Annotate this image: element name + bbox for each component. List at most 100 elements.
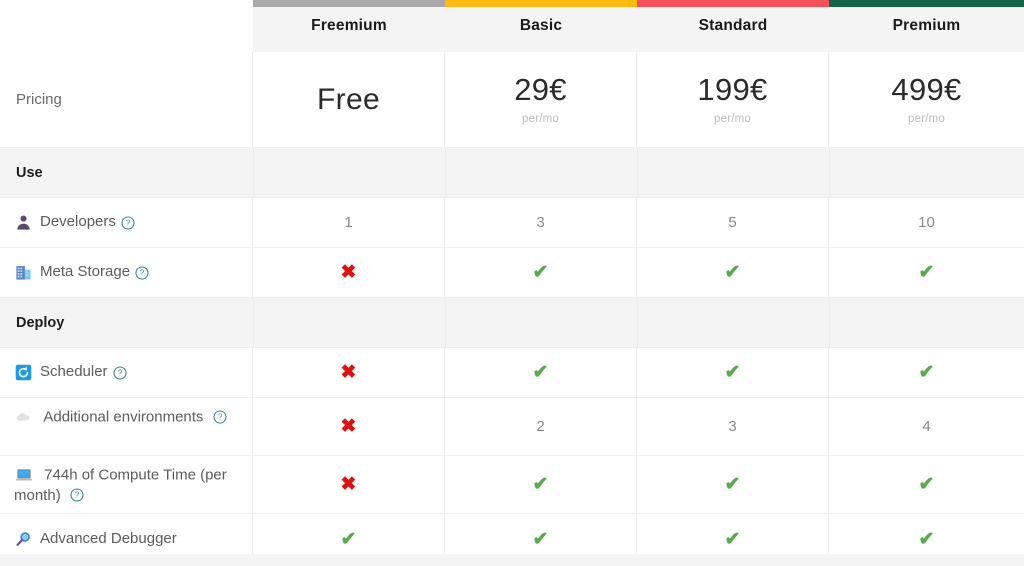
feature-value-meta-storage-premium: ✔ bbox=[829, 248, 1024, 298]
feature-name-advanced-debugger: Advanced Debugger bbox=[40, 530, 177, 548]
feature-value-developers-basic: 3 bbox=[445, 198, 637, 248]
scheduler-refresh-icon bbox=[14, 363, 33, 382]
feature-value-additional-environments-basic: 2 bbox=[445, 398, 637, 456]
svg-text:?: ? bbox=[126, 218, 131, 227]
cross-icon: ✖ bbox=[340, 474, 357, 495]
feature-name-developers: Developers bbox=[40, 213, 116, 231]
price-unit-standard: per/mo bbox=[714, 113, 751, 126]
check-icon: ✔ bbox=[918, 362, 935, 383]
price-amount-premium: 499€ bbox=[891, 71, 962, 107]
feature-value-compute-time-standard: ✔ bbox=[637, 456, 829, 514]
help-icon-additional-environments[interactable]: ? bbox=[213, 409, 227, 424]
cross-icon: ✖ bbox=[340, 416, 357, 437]
plan-name-premium: Premium bbox=[892, 17, 961, 34]
help-icon-developers[interactable]: ? bbox=[121, 215, 135, 230]
feature-value-developers-premium: 10 bbox=[829, 198, 1024, 248]
cross-icon: ✖ bbox=[340, 262, 357, 283]
feature-value-meta-storage-standard: ✔ bbox=[637, 248, 829, 298]
feature-row-developers: Developers ? 1 3 5 10 bbox=[0, 198, 1024, 248]
feature-name-meta-storage: Meta Storage bbox=[40, 263, 131, 281]
plan-header-premium[interactable]: Premium bbox=[829, 0, 1024, 52]
plan-name-standard: Standard bbox=[698, 17, 768, 34]
check-icon: ✔ bbox=[532, 529, 549, 550]
feature-label-compute-time: 744h of Compute Time (per month) ? bbox=[0, 456, 253, 514]
price-cell-premium: 499€ per/mo bbox=[829, 52, 1024, 148]
table-bottom-strip bbox=[0, 554, 1024, 566]
feature-value-additional-environments-premium: 4 bbox=[829, 398, 1024, 456]
feature-row-meta-storage: Meta Storage ? ✖ ✔ ✔ ✔ bbox=[0, 248, 1024, 298]
table-header-row: Freemium Basic Standard Premium bbox=[0, 0, 1024, 52]
plan-accent-bar-premium bbox=[829, 0, 1024, 7]
feature-value-compute-time-premium: ✔ bbox=[829, 456, 1024, 514]
check-icon: ✔ bbox=[918, 474, 935, 495]
feature-value-developers-standard: 5 bbox=[637, 198, 829, 248]
check-icon: ✔ bbox=[724, 474, 741, 495]
feature-row-additional-environments: Additional environments ? ✖ 2 3 4 bbox=[0, 398, 1024, 456]
feature-name-additional-environments: Additional environments bbox=[43, 408, 204, 426]
price-unit-premium: per/mo bbox=[908, 113, 945, 126]
price-amount-standard: 199€ bbox=[697, 71, 768, 107]
price-unit-basic: per/mo bbox=[522, 113, 559, 126]
feature-value-compute-time-basic: ✔ bbox=[445, 456, 637, 514]
pricing-comparison-table: Freemium Basic Standard Premium Pricing … bbox=[0, 0, 1024, 566]
feature-value-additional-environments-standard: 3 bbox=[637, 398, 829, 456]
check-icon: ✔ bbox=[532, 362, 549, 383]
feature-name-scheduler: Scheduler bbox=[40, 363, 108, 381]
laptop-icon bbox=[14, 465, 33, 484]
check-icon: ✔ bbox=[724, 262, 741, 283]
check-icon: ✔ bbox=[532, 474, 549, 495]
feature-value-scheduler-standard: ✔ bbox=[637, 348, 829, 398]
price-amount-freemium: Free bbox=[317, 82, 380, 116]
check-icon: ✔ bbox=[724, 362, 741, 383]
help-icon-scheduler[interactable]: ? bbox=[112, 365, 127, 380]
feature-value-meta-storage-basic: ✔ bbox=[445, 248, 637, 298]
feature-label-additional-environments: Additional environments ? bbox=[0, 398, 253, 456]
help-icon-meta-storage[interactable]: ? bbox=[135, 265, 149, 280]
price-cell-standard: 199€ per/mo bbox=[637, 52, 829, 148]
svg-text:?: ? bbox=[140, 268, 145, 277]
plan-header-freemium[interactable]: Freemium bbox=[253, 0, 445, 52]
feature-row-compute-time: 744h of Compute Time (per month) ? ✖ ✔ ✔… bbox=[0, 456, 1024, 514]
section-title-use: Use bbox=[16, 164, 43, 181]
feature-value-scheduler-basic: ✔ bbox=[445, 348, 637, 398]
feature-value-additional-environments-freemium: ✖ bbox=[253, 398, 445, 456]
svg-text:?: ? bbox=[217, 412, 222, 421]
price-cell-freemium: Free bbox=[253, 52, 445, 148]
feature-row-scheduler: Scheduler ? ✖ ✔ ✔ ✔ bbox=[0, 348, 1024, 398]
cross-icon: ✖ bbox=[340, 362, 357, 383]
check-icon: ✔ bbox=[918, 529, 935, 550]
check-icon: ✔ bbox=[724, 529, 741, 550]
feature-value-scheduler-premium: ✔ bbox=[829, 348, 1024, 398]
feature-value-compute-time-freemium: ✖ bbox=[253, 456, 445, 514]
plan-name-basic: Basic bbox=[519, 17, 563, 34]
magnifier-icon bbox=[14, 530, 33, 549]
svg-text:?: ? bbox=[117, 368, 122, 377]
plan-accent-bar-freemium bbox=[253, 0, 445, 7]
feature-label-scheduler: Scheduler ? bbox=[0, 348, 253, 398]
check-icon: ✔ bbox=[918, 262, 935, 283]
section-title-deploy: Deploy bbox=[16, 314, 65, 331]
section-header-deploy: Deploy bbox=[0, 298, 1024, 348]
price-amount-basic: 29€ bbox=[514, 71, 567, 107]
header-empty-corner bbox=[0, 0, 253, 52]
cloud-icon bbox=[14, 407, 33, 426]
help-icon-compute-time[interactable]: ? bbox=[70, 488, 84, 502]
section-header-use: Use bbox=[0, 148, 1024, 198]
plan-name-freemium: Freemium bbox=[311, 17, 387, 34]
check-icon: ✔ bbox=[340, 529, 357, 550]
feature-value-meta-storage-freemium: ✖ bbox=[253, 248, 445, 298]
feature-value-scheduler-freemium: ✖ bbox=[253, 348, 445, 398]
person-icon bbox=[14, 213, 33, 232]
check-icon: ✔ bbox=[532, 262, 549, 283]
feature-name-compute-time: 744h of Compute Time (per month) bbox=[14, 466, 227, 504]
plan-header-standard[interactable]: Standard bbox=[637, 0, 829, 52]
plan-header-basic[interactable]: Basic bbox=[445, 0, 637, 52]
pricing-row: Pricing Free 29€ per/mo 199€ per/mo 499€… bbox=[0, 52, 1024, 148]
feature-label-developers: Developers ? bbox=[0, 198, 253, 248]
feature-label-meta-storage: Meta Storage ? bbox=[0, 248, 253, 298]
pricing-row-label: Pricing bbox=[0, 52, 253, 148]
svg-text:?: ? bbox=[75, 490, 80, 499]
office-building-icon bbox=[14, 263, 33, 282]
plan-accent-bar-standard bbox=[637, 0, 829, 7]
price-cell-basic: 29€ per/mo bbox=[445, 52, 637, 148]
